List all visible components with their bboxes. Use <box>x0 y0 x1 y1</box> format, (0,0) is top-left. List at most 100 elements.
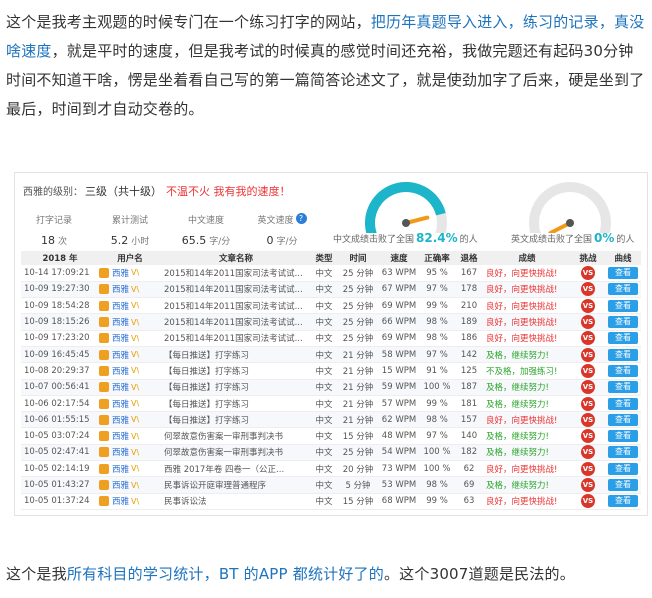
user-name[interactable]: 西雅 <box>112 318 129 328</box>
user-name[interactable]: 西雅 <box>112 432 129 442</box>
cell-article-title[interactable]: 民事诉讼法 <box>161 493 311 510</box>
cell-backspace: 69 <box>455 476 483 494</box>
p2-link[interactable]: 所有科目的学习统计，BT 的APP 都统计好了的 <box>67 565 384 583</box>
cell-type: 中文 <box>311 362 337 380</box>
vip-badge-icon: V\ <box>131 496 140 506</box>
cell-challenge: VS <box>571 411 605 429</box>
cell-article-title[interactable]: 2015和14年2011国家司法考试试... <box>161 313 311 331</box>
challenge-vs-button[interactable]: VS <box>581 265 595 280</box>
stat-english-speed: 英文速度? 0 字/分 <box>247 213 317 247</box>
user-name[interactable]: 西雅 <box>112 416 129 426</box>
table-header-cell: 文章名称 <box>161 251 311 265</box>
table-row: 10-09 18:54:28 西雅 V\ 2015和14年2011国家司法考试试...… <box>21 297 641 315</box>
cell-article-title[interactable]: 【每日推送】打字练习 <box>161 362 311 380</box>
table-row: 10-06 01:55:15 西雅 V\ 【每日推送】打字练习 中文 21 分钟 62 WP… <box>21 411 641 429</box>
challenge-vs-button[interactable]: VS <box>581 380 595 395</box>
challenge-vs-button[interactable]: VS <box>581 478 595 492</box>
challenge-vs-button[interactable]: VS <box>581 429 595 444</box>
user-name[interactable]: 西雅 <box>112 448 129 458</box>
cell-type: 中文 <box>311 281 337 299</box>
avatar <box>99 447 109 458</box>
cell-accuracy: 91 % <box>419 362 455 380</box>
user-name[interactable]: 西雅 <box>112 285 129 295</box>
user-name[interactable]: 西雅 <box>112 400 129 410</box>
level-line: 西雅的级别： 三级（共十级） 不温不火 我有我的速度！ <box>23 183 291 199</box>
challenge-vs-button[interactable]: VS <box>581 412 595 427</box>
user-name[interactable]: 西雅 <box>112 481 129 491</box>
challenge-vs-button[interactable]: VS <box>581 461 595 476</box>
cell-result: 及格，继续努力! <box>483 476 571 494</box>
cell-type: 中文 <box>311 379 337 396</box>
cell-accuracy: 98 % <box>419 330 455 347</box>
cell-user: 西雅 V\ <box>99 427 161 445</box>
avatar <box>99 463 109 474</box>
challenge-vs-button[interactable]: VS <box>581 363 595 378</box>
challenge-vs-button[interactable]: VS <box>581 315 595 330</box>
user-name[interactable]: 西雅 <box>112 351 129 361</box>
view-curve-button[interactable]: 查看 <box>608 397 638 410</box>
cell-type: 中文 <box>311 493 337 510</box>
view-curve-button[interactable]: 查看 <box>608 283 638 296</box>
view-curve-button[interactable]: 查看 <box>608 413 638 426</box>
info-icon[interactable]: ? <box>295 213 307 224</box>
view-curve-button[interactable]: 查看 <box>608 332 638 345</box>
cell-type: 中文 <box>311 395 337 413</box>
user-name[interactable]: 西雅 <box>112 465 129 475</box>
gauge-caption-pre: 中文成绩击败了全国 <box>333 235 415 245</box>
cell-article-title[interactable]: 2015和14年2011国家司法考试试... <box>161 265 311 282</box>
view-curve-button[interactable]: 查看 <box>608 266 638 279</box>
view-curve-button[interactable]: 查看 <box>608 430 638 443</box>
cell-time: 10-05 01:43:27 <box>21 476 99 494</box>
user-name[interactable]: 西雅 <box>112 302 129 312</box>
view-curve-button[interactable]: 查看 <box>608 381 638 394</box>
challenge-vs-button[interactable]: VS <box>581 396 595 411</box>
challenge-vs-button[interactable]: VS <box>581 282 595 297</box>
cell-accuracy: 97 % <box>419 346 455 364</box>
cell-article-title[interactable]: 【每日推送】打字练习 <box>161 395 311 413</box>
challenge-vs-button[interactable]: VS <box>581 494 595 509</box>
cell-article-title[interactable]: 2015和14年2011国家司法考试试... <box>161 281 311 299</box>
view-curve-button[interactable]: 查看 <box>608 299 638 312</box>
cell-article-title[interactable]: 2015和14年2011国家司法考试试... <box>161 330 311 347</box>
cell-type: 中文 <box>311 265 337 282</box>
cell-article-title[interactable]: 民事诉讼开庭审理普通程序 <box>161 476 311 494</box>
cell-challenge: VS <box>571 362 605 380</box>
cell-article-title[interactable]: 2015和14年2011国家司法考试试... <box>161 297 311 315</box>
user-name[interactable]: 西雅 <box>112 334 129 344</box>
view-curve-button[interactable]: 查看 <box>608 462 638 475</box>
view-curve-button[interactable]: 查看 <box>608 364 638 377</box>
cell-speed: 48 WPM <box>379 427 419 445</box>
cell-article-title[interactable]: 【每日推送】打字练习 <box>161 411 311 429</box>
view-curve-button[interactable]: 查看 <box>608 316 638 329</box>
cell-article-title[interactable]: 【每日推送】打字练习 <box>161 379 311 396</box>
table-row: 10-07 00:56:41 西雅 V\ 【每日推送】打字练习 中文 21 分钟 59 WP… <box>21 379 641 396</box>
challenge-vs-button[interactable]: VS <box>581 331 595 346</box>
user-name[interactable]: 西雅 <box>112 367 129 377</box>
cell-article-title[interactable]: 【每日推送】打字练习 <box>161 346 311 364</box>
cell-challenge: VS <box>571 330 605 347</box>
cell-challenge: VS <box>571 395 605 413</box>
cell-backspace: 140 <box>455 427 483 445</box>
challenge-vs-button[interactable]: VS <box>581 347 595 362</box>
cell-time: 10-09 16:45:45 <box>21 346 99 364</box>
cell-user: 西雅 V\ <box>99 362 161 380</box>
cell-accuracy: 97 % <box>419 427 455 445</box>
cell-duration: 25 分钟 <box>337 297 379 315</box>
p1-text-b: ，就是平时的速度，但是我考试的时候真的感觉时间还充裕，我做完题还有起码30分钟时… <box>6 42 645 118</box>
user-name[interactable]: 西雅 <box>112 383 129 393</box>
cell-challenge: VS <box>571 297 605 315</box>
cell-user: 西雅 V\ <box>99 265 161 282</box>
view-curve-button[interactable]: 查看 <box>608 479 638 491</box>
cell-result: 良好，向更快挑战! <box>483 330 571 347</box>
view-curve-button[interactable]: 查看 <box>608 348 638 361</box>
cell-article-title[interactable]: 西雅 2017年卷 四卷一（公正... <box>161 460 311 478</box>
challenge-vs-button[interactable]: VS <box>581 445 595 460</box>
user-name[interactable]: 西雅 <box>112 269 129 279</box>
view-curve-button[interactable]: 查看 <box>608 495 638 508</box>
table-row: 10-05 02:47:41 西雅 V\ 何翠故意伤害案一审刑事判决书 中文 25 分钟 5… <box>21 444 641 462</box>
cell-article-title[interactable]: 何翠故意伤害案一审刑事判决书 <box>161 427 311 445</box>
view-curve-button[interactable]: 查看 <box>608 446 638 459</box>
user-name[interactable]: 西雅 <box>112 497 129 507</box>
challenge-vs-button[interactable]: VS <box>581 298 595 313</box>
cell-article-title[interactable]: 何翠故意伤害案一审刑事判决书 <box>161 444 311 462</box>
